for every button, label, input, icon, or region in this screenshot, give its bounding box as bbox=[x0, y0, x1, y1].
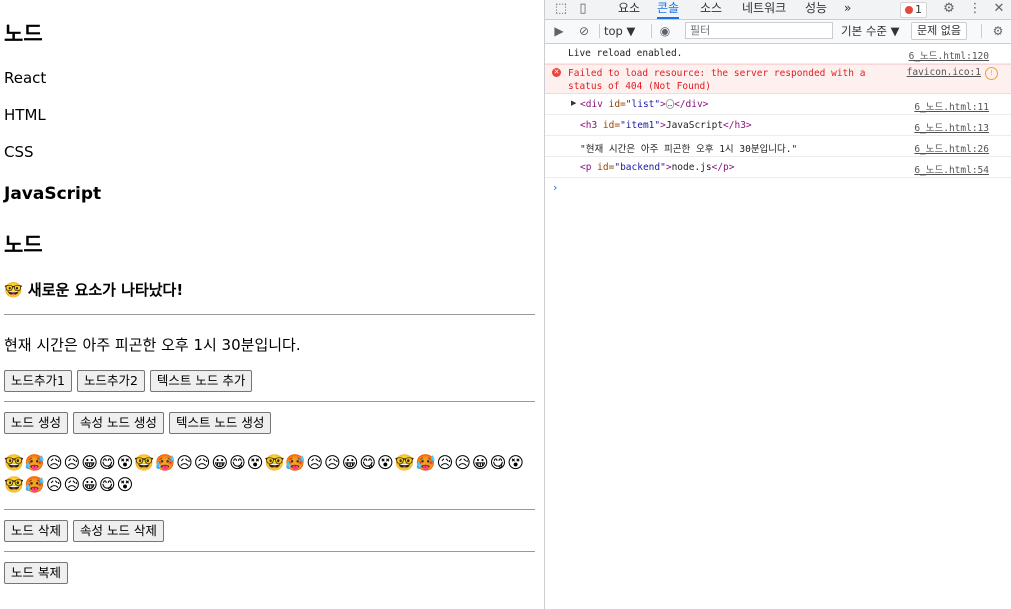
tag-mid: > bbox=[660, 99, 666, 110]
console-prompt[interactable]: › bbox=[553, 181, 557, 194]
tag-close: </h3> bbox=[723, 120, 752, 131]
tag-close: </div> bbox=[674, 99, 709, 110]
list-item-css: CSS bbox=[4, 143, 34, 161]
tag-open: <h3 bbox=[580, 120, 598, 131]
item1-heading: JavaScript bbox=[4, 184, 102, 204]
issues-button[interactable]: 문제 없음 bbox=[911, 22, 967, 40]
inner-text: JavaScript bbox=[665, 120, 724, 131]
new-element-heading: 🤓 새로운 요소가 나타났다! bbox=[4, 281, 184, 299]
tab-performance[interactable]: 성능 bbox=[805, 0, 827, 19]
clone-node-button[interactable]: 노드 복제 bbox=[4, 562, 68, 584]
tag-open: <p bbox=[580, 162, 592, 173]
gear-icon[interactable]: ⚙ bbox=[941, 1, 957, 17]
add-text-node-button[interactable]: 텍스트 노드 추가 bbox=[149, 370, 253, 392]
divider bbox=[4, 551, 535, 552]
sidebar-toggle-icon[interactable]: ▶ bbox=[551, 23, 567, 39]
devtools-tabbar: ⬚ ▯ 요소 콘솔 소스 네트워크 성능 » 1 ⚙ ⋮ ✕ bbox=[545, 0, 1011, 20]
tab-network[interactable]: 네트워크 bbox=[742, 0, 786, 19]
tag-open: <div bbox=[580, 99, 603, 110]
message-element: <div id="list">… </div> bbox=[580, 99, 708, 110]
error-dot-icon bbox=[905, 6, 913, 14]
message-source-link[interactable]: 6_노드.html:54 bbox=[914, 162, 989, 176]
inner-text: node.js bbox=[671, 162, 712, 173]
add-node-2-button[interactable]: 노드추가2 bbox=[76, 370, 145, 392]
tab-sources[interactable]: 소스 bbox=[700, 0, 722, 19]
message-source-link[interactable]: 6_노드.html:120 bbox=[909, 48, 989, 62]
console-settings-gear-icon[interactable]: ⚙ bbox=[990, 23, 1006, 39]
attr-value: "list" bbox=[625, 99, 661, 110]
tag-close: </p> bbox=[711, 162, 735, 173]
warning-icon[interactable]: ! bbox=[985, 67, 998, 80]
message-element: <p id="backend">node.js</p> bbox=[580, 162, 735, 173]
ellipsis-icon[interactable]: … bbox=[665, 99, 675, 109]
console-message: <p id="backend">node.js</p> 6_노드.html:54 bbox=[545, 157, 1011, 178]
error-x-icon: ✕ bbox=[552, 68, 561, 77]
console-toolbar: ▶ ⊘ top ▼ ◉ 기본 수준 ▼ 문제 없음 ⚙ bbox=[545, 20, 1011, 44]
list-item-html: HTML bbox=[4, 106, 46, 124]
button-row-delete: 노드 삭제 속성 노드 삭제 bbox=[4, 520, 164, 542]
device-toolbar-icon[interactable]: ▯ bbox=[575, 1, 591, 17]
console-message[interactable]: ▶ <div id="list">… </div> 6_노드.html:11 bbox=[545, 94, 1011, 115]
separator bbox=[651, 24, 652, 38]
create-node-button[interactable]: 노드 생성 bbox=[4, 412, 68, 434]
devtools-panel: ⬚ ▯ 요소 콘솔 소스 네트워크 성능 » 1 ⚙ ⋮ ✕ ▶ ⊘ top ▼… bbox=[544, 0, 1011, 609]
log-level-dropdown[interactable]: 기본 수준 ▼ bbox=[841, 23, 899, 39]
message-source-link[interactable]: 6_노드.html:26 bbox=[914, 141, 989, 155]
attr-name: id= bbox=[602, 99, 626, 110]
create-attribute-node-button[interactable]: 속성 노드 생성 bbox=[72, 412, 164, 434]
emoji-list: 🤓🥵😥😥😀😋😵🤓🥵😥😥😀😋😵🤓🥵😥😥😀😋😵🤓🥵😥😥😀😋😵🤓🥵😥😥😀😋😵 bbox=[4, 453, 525, 494]
attr-name: id= bbox=[591, 162, 615, 173]
message-text: Live reload enabled. bbox=[568, 48, 683, 59]
attr-value: "item1" bbox=[620, 120, 661, 131]
delete-attribute-node-button[interactable]: 속성 노드 삭제 bbox=[72, 520, 164, 542]
button-row-create: 노드 생성 속성 노드 생성 텍스트 노드 생성 bbox=[4, 412, 272, 434]
divider bbox=[4, 509, 535, 510]
divider bbox=[4, 314, 535, 315]
tab-console[interactable]: 콘솔 bbox=[657, 0, 680, 19]
attr-name: id= bbox=[597, 120, 621, 131]
close-icon[interactable]: ✕ bbox=[991, 1, 1007, 17]
heading-node-2: 노드 bbox=[4, 233, 43, 257]
message-source-link[interactable]: 6_노드.html:13 bbox=[914, 120, 989, 134]
message-text: "현재 시간은 아주 피곤한 오후 1시 30분입니다." bbox=[580, 144, 798, 155]
separator bbox=[981, 24, 982, 38]
clear-console-icon[interactable]: ⊘ bbox=[576, 23, 592, 39]
message-element: <h3 id="item1">JavaScript</h3> bbox=[580, 120, 752, 131]
tab-elements[interactable]: 요소 bbox=[618, 0, 640, 19]
message-source-link[interactable]: 6_노드.html:11 bbox=[914, 99, 989, 113]
time-text: 현재 시간은 아주 피곤한 오후 1시 30분입니다. bbox=[4, 336, 301, 354]
separator bbox=[599, 24, 600, 38]
add-node-1-button[interactable]: 노드추가1 bbox=[4, 370, 72, 392]
filter-input[interactable] bbox=[685, 22, 833, 39]
console-message: Live reload enabled. 6_노드.html:120 bbox=[545, 44, 1011, 64]
create-text-node-button[interactable]: 텍스트 노드 생성 bbox=[168, 412, 272, 434]
button-row-add: 노드추가1 노드추가2 텍스트 노드 추가 bbox=[4, 370, 253, 392]
console-messages: Live reload enabled. 6_노드.html:120 ✕ Fai… bbox=[545, 44, 1011, 609]
console-message: <h3 id="item1">JavaScript</h3> 6_노드.html… bbox=[545, 115, 1011, 136]
message-text: Failed to load resource: the server resp… bbox=[568, 68, 866, 92]
kebab-menu-icon[interactable]: ⋮ bbox=[967, 1, 983, 17]
delete-node-button[interactable]: 노드 삭제 bbox=[4, 520, 68, 542]
live-expression-eye-icon[interactable]: ◉ bbox=[657, 23, 673, 39]
divider bbox=[4, 401, 535, 402]
list-item-react: React bbox=[4, 69, 47, 87]
attr-value: "backend" bbox=[614, 162, 666, 173]
console-error-message: ✕ Failed to load resource: the server re… bbox=[545, 64, 1011, 94]
more-tabs-icon[interactable]: » bbox=[844, 0, 851, 19]
inspect-element-icon[interactable]: ⬚ bbox=[553, 1, 569, 17]
button-row-clone: 노드 복제 bbox=[4, 562, 68, 584]
page-viewport: 노드 React HTML CSS JavaScript 노드 🤓 새로운 요소… bbox=[0, 0, 544, 609]
error-count-badge[interactable]: 1 bbox=[900, 2, 927, 18]
context-selector[interactable]: top ▼ bbox=[604, 23, 635, 39]
expand-caret-icon[interactable]: ▶ bbox=[571, 99, 576, 107]
error-count: 1 bbox=[915, 3, 922, 16]
console-message: "현재 시간은 아주 피곤한 오후 1시 30분입니다." 6_노드.html:… bbox=[545, 136, 1011, 157]
heading-node: 노드 bbox=[4, 22, 43, 46]
message-source-link[interactable]: favicon.ico:1 bbox=[907, 67, 981, 78]
